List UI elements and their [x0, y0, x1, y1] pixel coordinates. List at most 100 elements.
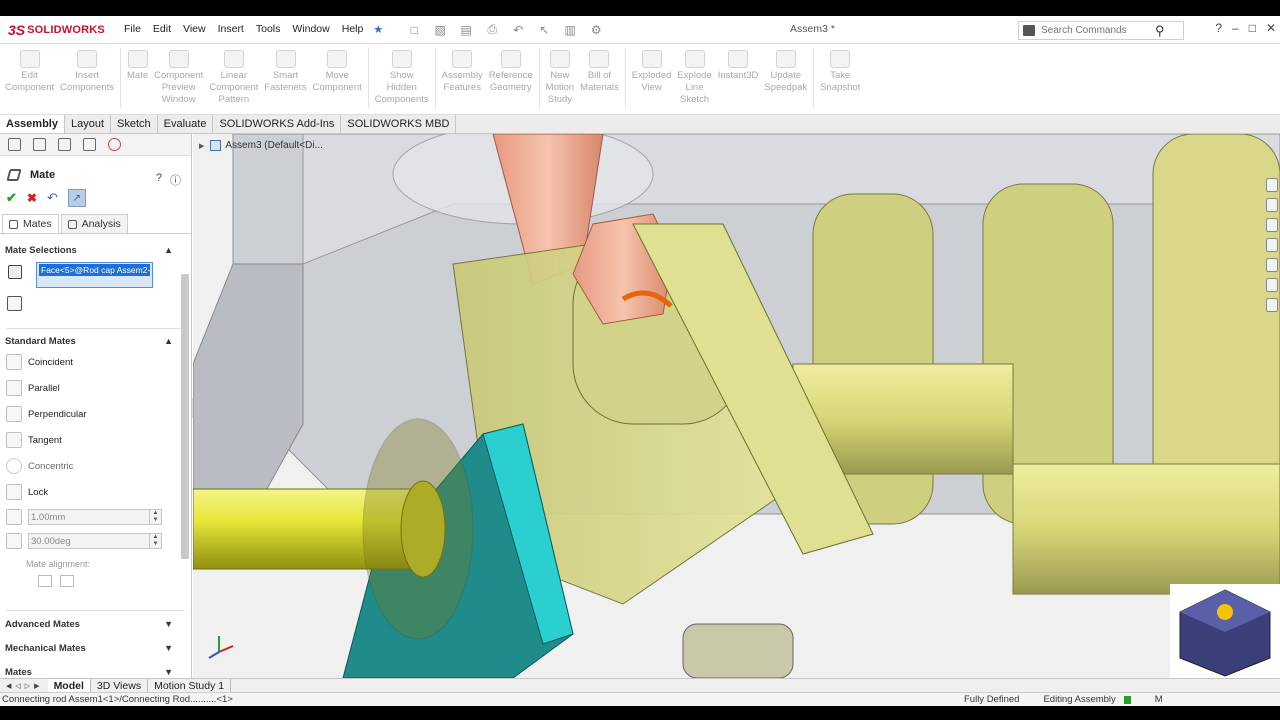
- dimxpert-icon[interactable]: [83, 138, 96, 151]
- cmd-exploded-view-button[interactable]: Exploded View: [632, 44, 671, 94]
- cmd-speedpak-button[interactable]: Update Speedpak: [764, 44, 807, 94]
- print-icon[interactable]: ⎙: [483, 22, 501, 37]
- tab-assembly[interactable]: Assembly: [0, 115, 65, 133]
- close-button[interactable]: ✕: [1266, 21, 1276, 35]
- cmd-show-hidden-button[interactable]: Show Hidden Components: [375, 44, 429, 106]
- mechanical-mates-header[interactable]: Mechanical Mates ▼: [0, 639, 191, 657]
- assembly-model-view[interactable]: [193, 134, 1280, 678]
- cmd-assembly-features-button[interactable]: Assembly Features: [442, 44, 483, 94]
- cmd-mate-button[interactable]: Mate: [127, 44, 148, 82]
- mate-perpendicular[interactable]: Perpendicular: [0, 401, 191, 427]
- mate-selections-header[interactable]: Mate Selections ▲: [0, 242, 191, 258]
- mate-coincident[interactable]: Coincident: [0, 349, 191, 375]
- select-icon[interactable]: ↖: [535, 23, 553, 37]
- home-icon[interactable]: [1266, 178, 1278, 192]
- mate-lock[interactable]: Lock: [0, 479, 191, 505]
- pin-menu-icon[interactable]: ★: [373, 23, 383, 36]
- save-icon[interactable]: ▤: [457, 23, 475, 37]
- options-gear-icon[interactable]: ⚙: [587, 23, 605, 37]
- search-commands-box[interactable]: ⚲: [1018, 21, 1184, 40]
- feature-tree-root[interactable]: ▶ Assem3 (Default<Di...: [199, 140, 323, 151]
- first-tab-icon[interactable]: ◀: [6, 682, 11, 690]
- multiple-mate-mode-icon[interactable]: [7, 296, 22, 311]
- help-circle-icon[interactable]: ⓘ: [170, 172, 181, 188]
- chevron-down-icon[interactable]: ▼: [164, 619, 173, 629]
- advanced-mates-header[interactable]: Advanced Mates ▼: [0, 615, 191, 633]
- rebuild-status-icon[interactable]: [1123, 695, 1131, 704]
- tab-3d-views[interactable]: 3D Views: [91, 678, 149, 693]
- file-explorer-icon[interactable]: [1266, 218, 1278, 232]
- display-manager-icon[interactable]: [108, 138, 121, 151]
- help-icon[interactable]: ?: [1215, 21, 1222, 35]
- solidworks-logo[interactable]: 3S SOLIDWORKS: [0, 16, 110, 44]
- menu-tools[interactable]: Tools: [250, 23, 287, 36]
- next-tab-icon[interactable]: ▷: [25, 682, 30, 690]
- distance-field[interactable]: 1.00mm ▲ ▼: [28, 509, 162, 525]
- menu-file[interactable]: File: [118, 23, 147, 36]
- status-units[interactable]: M: [1155, 694, 1163, 705]
- tab-mbd[interactable]: SOLIDWORKS MBD: [341, 115, 457, 133]
- menu-window[interactable]: Window: [286, 23, 335, 36]
- angle-icon[interactable]: [6, 533, 22, 549]
- appearances-icon[interactable]: [1266, 258, 1278, 272]
- cmd-explode-line-button[interactable]: Explode Line Sketch: [677, 44, 712, 106]
- tab-evaluate[interactable]: Evaluate: [158, 115, 214, 133]
- distance-icon[interactable]: [6, 509, 22, 525]
- selected-entity[interactable]: Face<5>@Rod cap Assem2-: [39, 264, 150, 276]
- tab-addins[interactable]: SOLIDWORKS Add-Ins: [213, 115, 342, 133]
- cmd-edit-component-button[interactable]: Edit Component: [5, 44, 54, 94]
- mate-concentric[interactable]: Concentric: [0, 453, 191, 479]
- mate-selection-list[interactable]: Face<5>@Rod cap Assem2-: [36, 262, 153, 288]
- graphics-area[interactable]: ▶ Assem3 (Default<Di...: [193, 134, 1280, 678]
- undo-mate-icon[interactable]: ↶: [47, 190, 58, 206]
- cmd-motion-study-button[interactable]: New Motion Study: [546, 44, 574, 106]
- solidworks-forum-icon[interactable]: [1266, 298, 1278, 312]
- prev-tab-icon[interactable]: ◁: [15, 682, 20, 690]
- new-document-icon[interactable]: □: [405, 23, 423, 37]
- minimize-button[interactable]: –: [1232, 21, 1239, 35]
- cmd-bom-button[interactable]: Bill of Materials: [580, 44, 619, 94]
- maximize-button[interactable]: □: [1249, 21, 1256, 35]
- feature-manager-icon[interactable]: [8, 138, 21, 151]
- menu-help[interactable]: Help: [336, 23, 370, 36]
- cmd-snapshot-button[interactable]: Take Snapshot: [820, 44, 860, 94]
- mate-parallel[interactable]: Parallel: [0, 375, 191, 401]
- chevron-down-icon[interactable]: ▼: [164, 643, 173, 653]
- cmd-instant3d-button[interactable]: Instant3D: [718, 44, 758, 82]
- tab-layout[interactable]: Layout: [65, 115, 112, 133]
- chevron-up-icon[interactable]: ▲: [164, 336, 173, 346]
- custom-properties-icon[interactable]: [1266, 278, 1278, 292]
- cmd-linear-pattern-button[interactable]: Linear Component Pattern: [209, 44, 258, 106]
- menu-insert[interactable]: Insert: [212, 23, 250, 36]
- menu-view[interactable]: View: [177, 23, 212, 36]
- menu-edit[interactable]: Edit: [147, 23, 177, 36]
- tab-analysis[interactable]: Analysis: [60, 214, 128, 233]
- undo-icon[interactable]: ↶: [509, 23, 527, 37]
- ok-icon[interactable]: ✔: [6, 190, 17, 206]
- cmd-preview-window-button[interactable]: Component Preview Window: [154, 44, 203, 106]
- search-icon[interactable]: ⚲: [1155, 23, 1165, 39]
- chevron-down-icon[interactable]: ▼: [164, 667, 173, 677]
- tab-sketch[interactable]: Sketch: [111, 115, 158, 133]
- distance-spinner[interactable]: ▲ ▼: [149, 510, 161, 524]
- tab-motion-study[interactable]: Motion Study 1: [148, 678, 232, 693]
- mate-tangent[interactable]: Tangent: [0, 427, 191, 453]
- angle-field[interactable]: 30.00deg ▲ ▼: [28, 533, 162, 549]
- view-palette-icon[interactable]: [1266, 238, 1278, 252]
- cmd-reference-geometry-button[interactable]: Reference Geometry: [489, 44, 533, 94]
- configuration-manager-icon[interactable]: [58, 138, 71, 151]
- last-tab-icon[interactable]: ▶: [34, 682, 39, 690]
- search-scope-icon[interactable]: [1023, 25, 1035, 36]
- search-commands-input[interactable]: [1041, 25, 1151, 36]
- chevron-up-icon[interactable]: ▲: [164, 245, 173, 255]
- anti-aligned-icon[interactable]: [60, 575, 74, 587]
- whats-wrong-icon[interactable]: ?: [156, 172, 162, 188]
- open-document-icon[interactable]: ▧: [431, 23, 449, 37]
- pushpin-icon[interactable]: ↗: [67, 189, 86, 207]
- aligned-icon[interactable]: [38, 575, 52, 587]
- panel-scrollbar[interactable]: [181, 274, 189, 559]
- property-manager-icon[interactable]: [33, 138, 46, 151]
- cmd-insert-components-button[interactable]: Insert Components: [60, 44, 114, 94]
- cancel-icon[interactable]: ✖: [27, 191, 37, 205]
- design-library-icon[interactable]: [1266, 198, 1278, 212]
